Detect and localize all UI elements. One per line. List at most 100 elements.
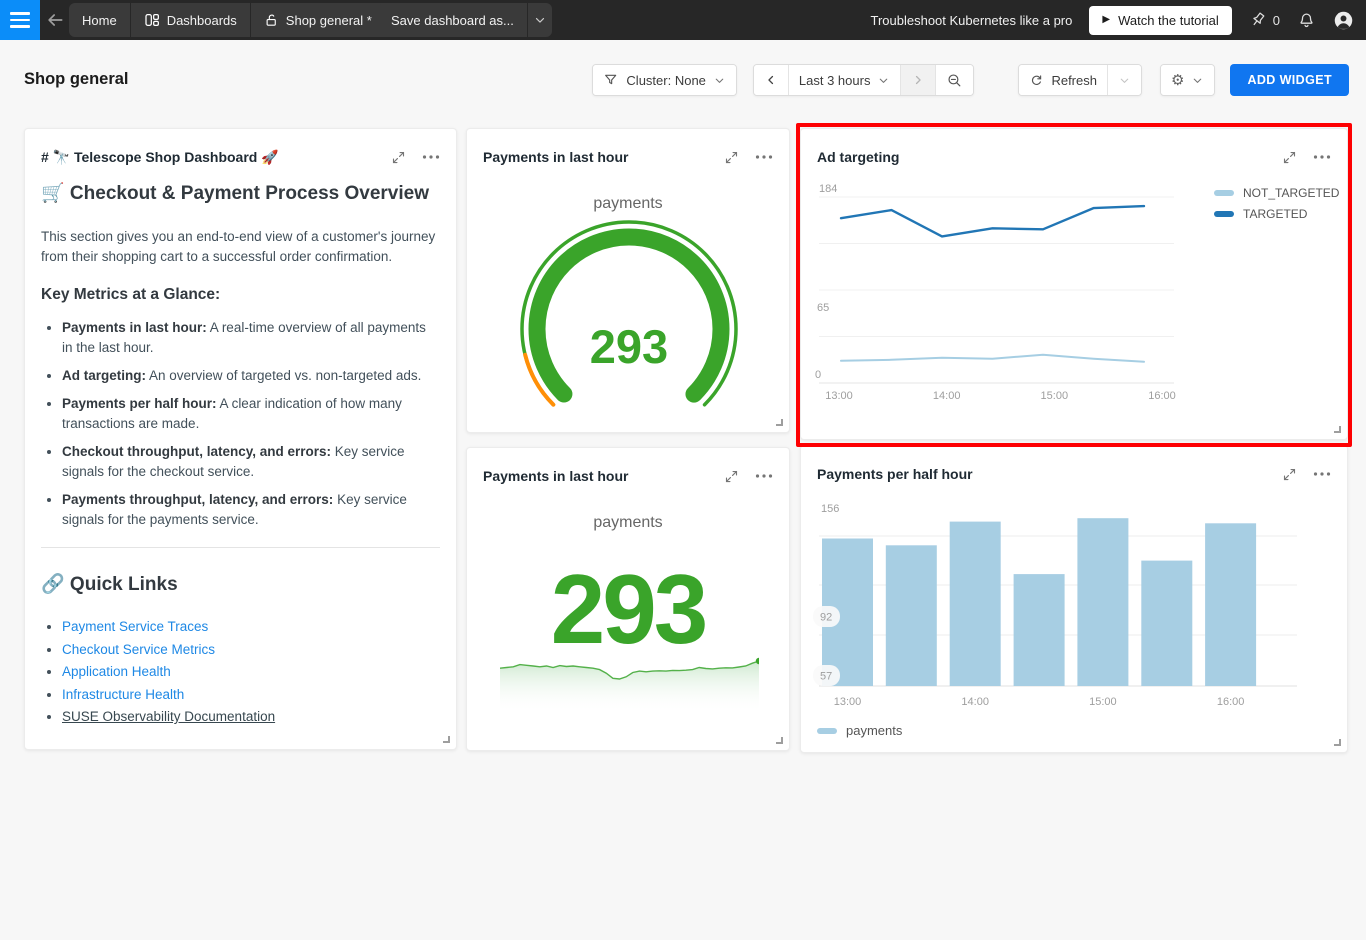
time-back-button[interactable] — [754, 65, 788, 95]
add-widget-button[interactable]: ADD WIDGET — [1230, 64, 1349, 96]
watch-tutorial-button[interactable]: ▶ Watch the tutorial — [1089, 6, 1231, 35]
legend-entry[interactable]: NOT_TARGETED — [1214, 186, 1339, 200]
dashboard-settings-button[interactable]: ⚙ — [1161, 65, 1214, 95]
bar-series — [822, 518, 1256, 686]
settings-group: ⚙ — [1160, 64, 1215, 96]
link-application-health[interactable]: Application Health — [62, 664, 171, 679]
refresh-label: Refresh — [1051, 73, 1097, 88]
widget-payments-number: Payments in last hour payments 293 — [466, 447, 790, 751]
widget-menu-icon[interactable] — [755, 154, 773, 160]
link-payment-service-traces[interactable]: Payment Service Traces — [62, 619, 208, 634]
time-range-selector[interactable]: Last 3 hours — [788, 65, 901, 95]
dashboard-toolbar: Cluster: None Last 3 hours Ref — [592, 64, 1349, 96]
quick-links-heading: 🔗 Quick Links — [41, 572, 440, 596]
refresh-button[interactable]: Refresh — [1019, 65, 1107, 95]
pin-count: 0 — [1273, 13, 1280, 28]
markdown-intro: This section gives you an end-to-end vie… — [41, 227, 440, 267]
x-tick: 16:00 — [1148, 390, 1176, 402]
x-tick: 14:00 — [961, 696, 989, 708]
top-navbar: Home Dashboards Shop general * ★ Save da… — [0, 0, 1366, 40]
legend-entry[interactable]: TARGETED — [1214, 207, 1339, 221]
time-forward-button[interactable] — [900, 65, 935, 95]
y-tick: 0 — [815, 369, 821, 381]
play-icon: ▶ — [1102, 15, 1110, 25]
widget-menu-icon[interactable] — [755, 473, 773, 479]
divider — [41, 547, 440, 548]
back-arrow-icon — [45, 10, 65, 30]
expand-icon[interactable] — [1282, 467, 1297, 482]
x-tick: 14:00 — [933, 390, 961, 402]
x-tick: 15:00 — [1089, 696, 1117, 708]
legend-swatch-targeted — [1214, 211, 1234, 217]
list-item: Infrastructure Health — [62, 684, 440, 707]
time-range-label: Last 3 hours — [799, 73, 871, 88]
cluster-filter-button[interactable]: Cluster: None — [592, 64, 736, 96]
gridlines — [819, 197, 1174, 337]
legend-swatch-payments — [817, 728, 837, 734]
refresh-icon — [1029, 73, 1044, 88]
widget-resize-handle[interactable] — [776, 419, 783, 426]
user-avatar[interactable] — [1333, 10, 1354, 31]
notifications-bell-icon[interactable] — [1297, 11, 1316, 30]
link-suse-observability-docs[interactable]: SUSE Observability Documentation — [62, 709, 275, 724]
unlock-icon — [264, 13, 279, 28]
metric-item: Payments throughput, latency, and errors… — [62, 490, 440, 530]
widget-resize-handle[interactable] — [776, 737, 783, 744]
back-button[interactable] — [42, 8, 68, 32]
widget-title: Payments per half hour — [817, 466, 1282, 482]
save-dashboard-group: Save dashboard as... — [378, 3, 552, 37]
save-dashboard-as-button[interactable]: Save dashboard as... — [378, 3, 527, 37]
nav-tab-group: Home Dashboards Shop general * ★ — [69, 3, 430, 37]
pinned-items-button[interactable]: 0 — [1249, 11, 1280, 30]
chevron-down-icon — [533, 13, 547, 27]
time-range-group: Last 3 hours — [753, 64, 975, 96]
refresh-group: Refresh — [1018, 64, 1142, 96]
dashboards-icon — [144, 12, 160, 28]
expand-icon[interactable] — [724, 150, 739, 165]
y-tick: 57 — [820, 671, 832, 683]
widget-menu-icon[interactable] — [1313, 154, 1331, 160]
y-tick: 92 — [820, 612, 832, 624]
expand-icon[interactable] — [1282, 150, 1297, 165]
metric-item: Checkout throughput, latency, and errors… — [62, 442, 440, 482]
widget-menu-icon[interactable] — [1313, 471, 1331, 477]
link-infrastructure-health[interactable]: Infrastructure Health — [62, 687, 184, 702]
gear-icon: ⚙ — [1171, 73, 1184, 88]
markdown-content: 🛒 Checkout & Payment Process Overview Th… — [41, 181, 440, 729]
tab-dashboards[interactable]: Dashboards — [130, 3, 250, 37]
widget-resize-handle[interactable] — [1334, 739, 1341, 746]
list-item: SUSE Observability Documentation — [62, 706, 440, 729]
ad-targeting-line-chart: 184 65 0 13:00 14:00 15:00 16:00 — [801, 179, 1201, 425]
metric-item: Payments per half hour: A clear indicati… — [62, 394, 440, 434]
widget-title: Ad targeting — [817, 149, 1282, 165]
expand-icon[interactable] — [391, 150, 406, 165]
payments-bar-chart: 156 92 57 13:00 14:00 15:00 16:00 — [801, 496, 1316, 716]
y-tick: 184 — [819, 183, 837, 195]
widget-resize-handle[interactable] — [1334, 426, 1341, 433]
promo-text: Troubleshoot Kubernetes like a pro — [871, 13, 1073, 28]
quick-links-list: Payment Service Traces Checkout Service … — [62, 616, 440, 729]
widget-menu-icon[interactable] — [422, 154, 440, 160]
y-tick: 156 — [821, 503, 839, 515]
dashboard-page: Home Dashboards Shop general * ★ Save da… — [0, 0, 1366, 940]
hamburger-menu-button[interactable] — [0, 0, 40, 40]
chevron-down-icon — [877, 74, 890, 87]
y-tick: 65 — [817, 302, 829, 314]
expand-icon[interactable] — [724, 469, 739, 484]
chevron-down-icon — [1191, 74, 1204, 87]
widget-payments-gauge: Payments in last hour payments 293 — [466, 128, 790, 433]
widget-resize-handle[interactable] — [443, 736, 450, 743]
widget-title: Payments in last hour — [483, 149, 724, 165]
chart-legend[interactable]: payments — [817, 723, 902, 738]
payments-sparkline — [500, 653, 759, 715]
legend-label: TARGETED — [1243, 207, 1307, 221]
link-checkout-service-metrics[interactable]: Checkout Service Metrics — [62, 642, 215, 657]
gauge-metric-label: payments — [467, 195, 789, 213]
refresh-options-dropdown[interactable] — [1107, 65, 1141, 95]
widget-title: # 🔭 Telescope Shop Dashboard 🚀 — [41, 149, 391, 166]
widget-ad-targeting: Ad targeting 184 65 0 13:00 14:00 15:00 … — [800, 128, 1348, 440]
tab-home[interactable]: Home — [69, 3, 130, 37]
time-zoom-out-button[interactable] — [935, 65, 973, 95]
save-dashboard-dropdown[interactable] — [527, 3, 552, 37]
widget-title: Payments in last hour — [483, 468, 724, 484]
